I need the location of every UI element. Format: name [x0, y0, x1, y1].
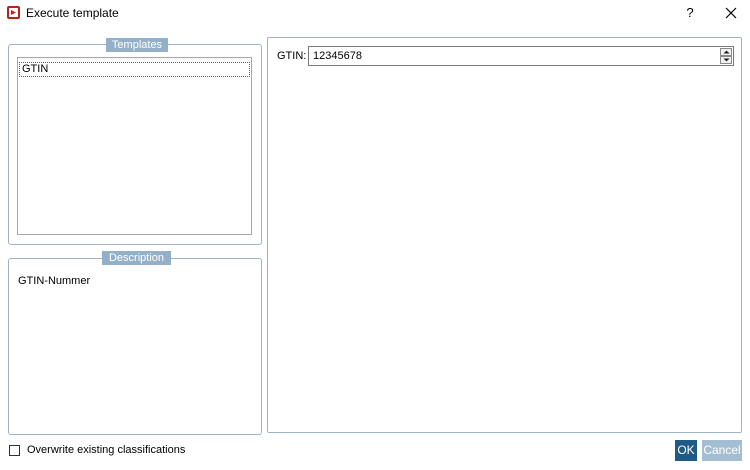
parameters-panel — [267, 37, 742, 433]
chevron-down-icon — [723, 58, 730, 62]
window-title: Execute template — [26, 6, 119, 20]
spin-down-button[interactable] — [720, 56, 732, 64]
spin-up-button[interactable] — [720, 48, 732, 56]
ok-button[interactable]: OK — [675, 440, 697, 461]
templates-caption: Templates — [106, 38, 168, 52]
close-button[interactable] — [720, 3, 742, 23]
title-bar: Execute template ? — [0, 0, 750, 26]
gtin-input[interactable]: 12345678 — [308, 46, 734, 66]
description-caption: Description — [102, 251, 171, 265]
gtin-value[interactable]: 12345678 — [313, 50, 362, 63]
templates-list[interactable]: GTIN — [17, 57, 252, 235]
gtin-label: GTIN: — [277, 50, 307, 62]
overwrite-label[interactable]: Overwrite existing classifications — [27, 444, 185, 457]
list-item[interactable]: GTIN — [19, 62, 250, 77]
execute-template-dialog: Execute template ? Templates GTIN Descri… — [0, 0, 750, 470]
overwrite-checkbox[interactable] — [9, 445, 20, 456]
description-text: GTIN-Nummer — [18, 275, 91, 287]
app-logo-icon — [7, 6, 20, 19]
close-icon — [725, 7, 737, 19]
help-button[interactable]: ? — [680, 3, 700, 23]
cancel-button[interactable]: Cancel — [702, 440, 742, 461]
chevron-up-icon — [723, 50, 730, 54]
gtin-spinner[interactable] — [720, 48, 732, 64]
